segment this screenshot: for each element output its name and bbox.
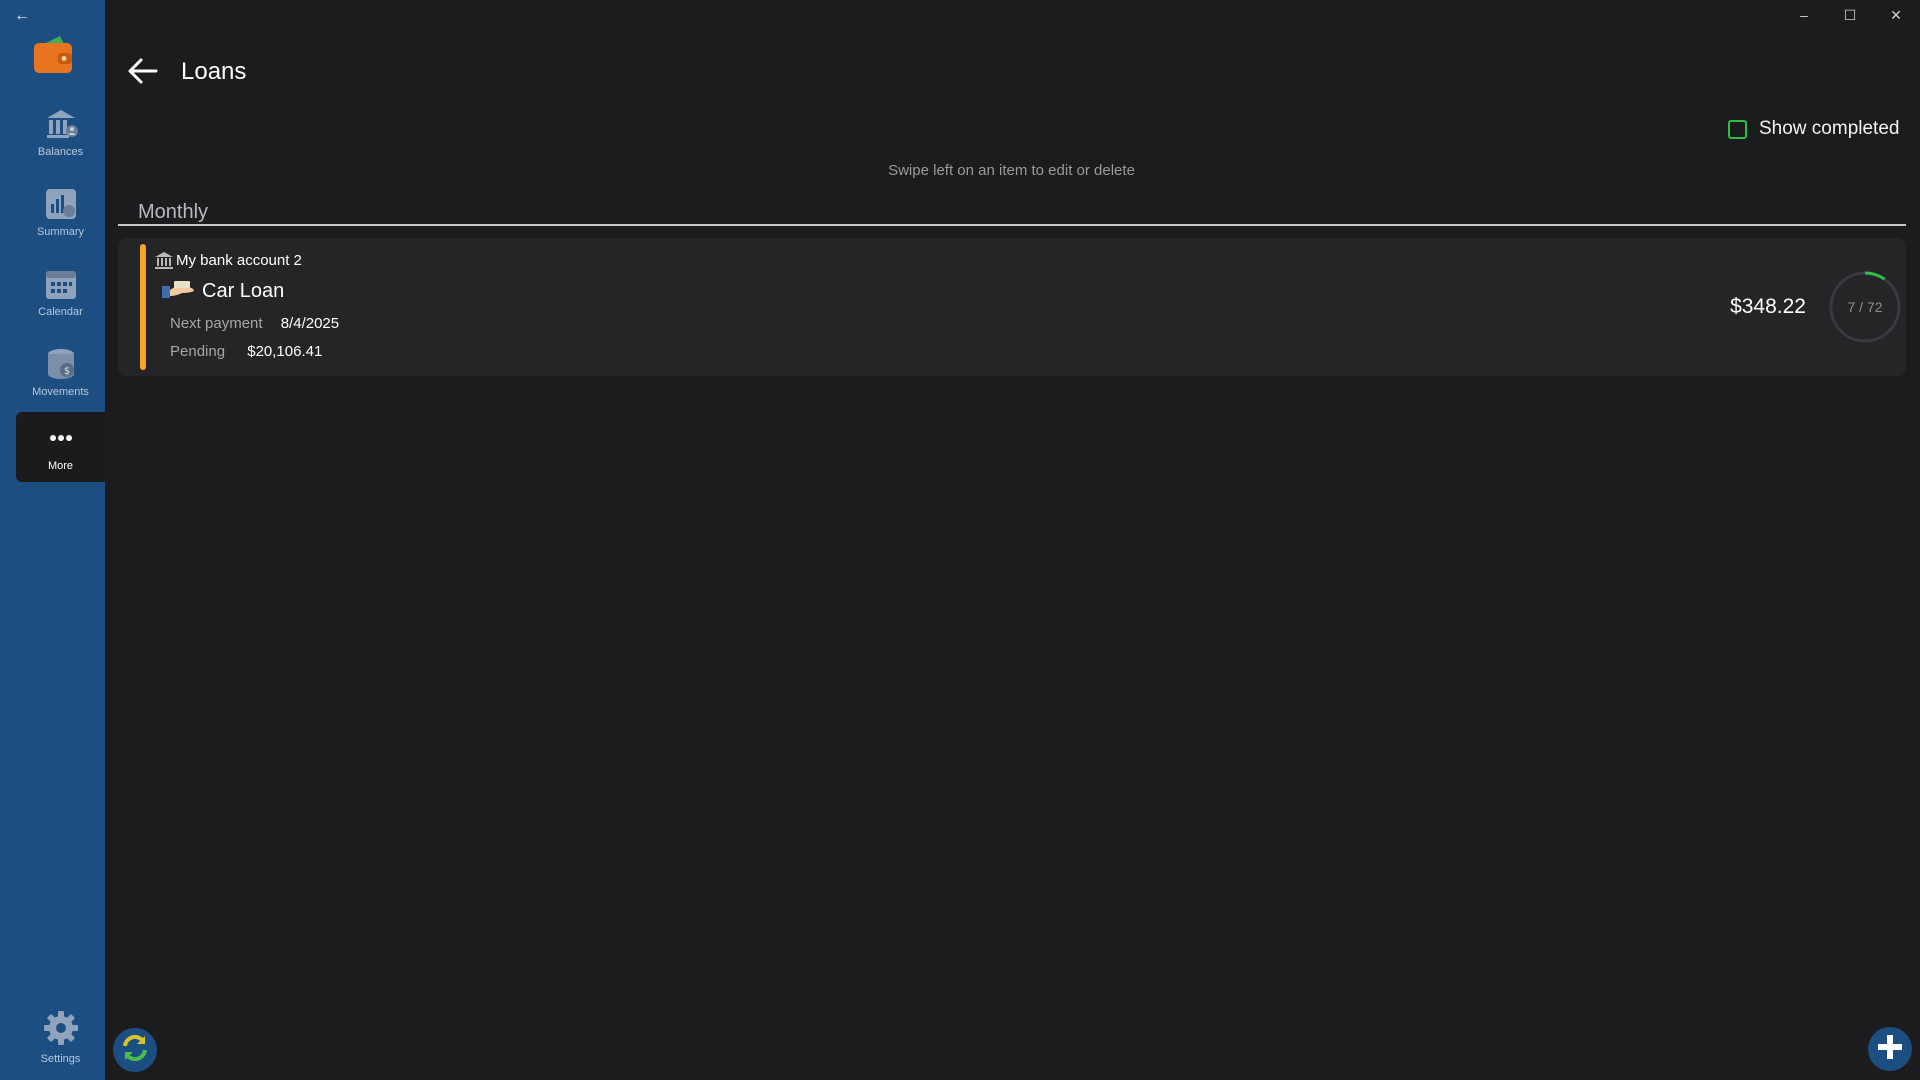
sidebar-item-settings[interactable]: Settings <box>16 1006 105 1076</box>
sidebar-item-calendar[interactable]: Calendar <box>16 258 105 328</box>
installment-progress-ring: 7 / 72 <box>1826 268 1904 346</box>
loan-hand-icon <box>160 278 196 304</box>
show-completed-label: Show completed <box>1759 118 1900 139</box>
gear-icon <box>43 1010 79 1051</box>
sidebar-item-label: Balances <box>37 146 84 158</box>
next-payment-date: 8/4/2025 <box>280 315 340 332</box>
sidebar-item-summary[interactable]: Summary <box>16 178 105 248</box>
show-completed-toggle[interactable]: Show completed <box>1728 118 1899 140</box>
sync-button[interactable] <box>113 1028 157 1072</box>
loan-accent-bar <box>140 244 146 370</box>
more-icon <box>41 418 81 458</box>
minimize-button[interactable]: – <box>1786 4 1822 26</box>
sidebar-item-label: Settings <box>40 1053 81 1065</box>
sidebar-item-label: Calendar <box>38 306 83 318</box>
sidebar-item-more[interactable]: More <box>16 412 105 482</box>
payment-amount: $348.22 <box>1730 295 1806 318</box>
installment-progress-text: 7 / 72 <box>1847 299 1883 315</box>
svg-text:$: $ <box>63 366 69 377</box>
summary-icon <box>41 184 81 224</box>
maximize-button[interactable]: ☐ <box>1832 4 1868 26</box>
swipe-hint: Swipe left on an item to edit or delete <box>888 162 1135 179</box>
add-loan-button[interactable] <box>1868 1027 1912 1071</box>
coins-icon: $ <box>41 344 81 384</box>
sidebar: ← Balances Summary Calendar $ Movements … <box>0 0 105 1080</box>
wallet-logo-icon <box>32 34 74 76</box>
bank-icon <box>41 104 81 144</box>
title-back-icon[interactable]: ← <box>14 6 36 26</box>
loan-item[interactable]: My bank account 2 Car Loan Next payment … <box>118 238 1906 376</box>
loan-name: Car Loan <box>202 279 285 302</box>
pending-row: Pending $20,106.41 <box>170 343 322 360</box>
sync-icon <box>119 1032 151 1069</box>
sidebar-item-balances[interactable]: Balances <box>16 98 105 168</box>
loan-title-row: Car Loan <box>160 278 284 304</box>
group-divider <box>118 224 1906 226</box>
sidebar-item-label: Movements <box>32 386 89 398</box>
pending-label: Pending <box>170 343 226 360</box>
bank-icon <box>154 250 174 270</box>
show-completed-checkbox[interactable] <box>1728 119 1747 139</box>
page-title: Loans <box>181 58 247 85</box>
plus-icon <box>1876 1033 1904 1066</box>
group-header: Monthly <box>138 201 209 223</box>
sidebar-item-label: More <box>47 460 74 472</box>
loan-account: My bank account 2 <box>154 250 302 270</box>
app-window: ← Balances Summary Calendar $ Movements … <box>0 0 1920 1080</box>
account-name: My bank account 2 <box>176 251 302 269</box>
sidebar-item-label: Summary <box>36 226 85 238</box>
next-payment-label: Next payment <box>170 315 263 332</box>
sidebar-item-movements[interactable]: $ Movements <box>16 338 105 408</box>
back-arrow-icon[interactable] <box>126 54 160 88</box>
next-payment-row: Next payment 8/4/2025 <box>170 315 339 332</box>
close-button[interactable]: ✕ <box>1878 4 1914 26</box>
pending-amount: $20,106.41 <box>247 343 323 360</box>
calendar-icon <box>41 264 81 304</box>
